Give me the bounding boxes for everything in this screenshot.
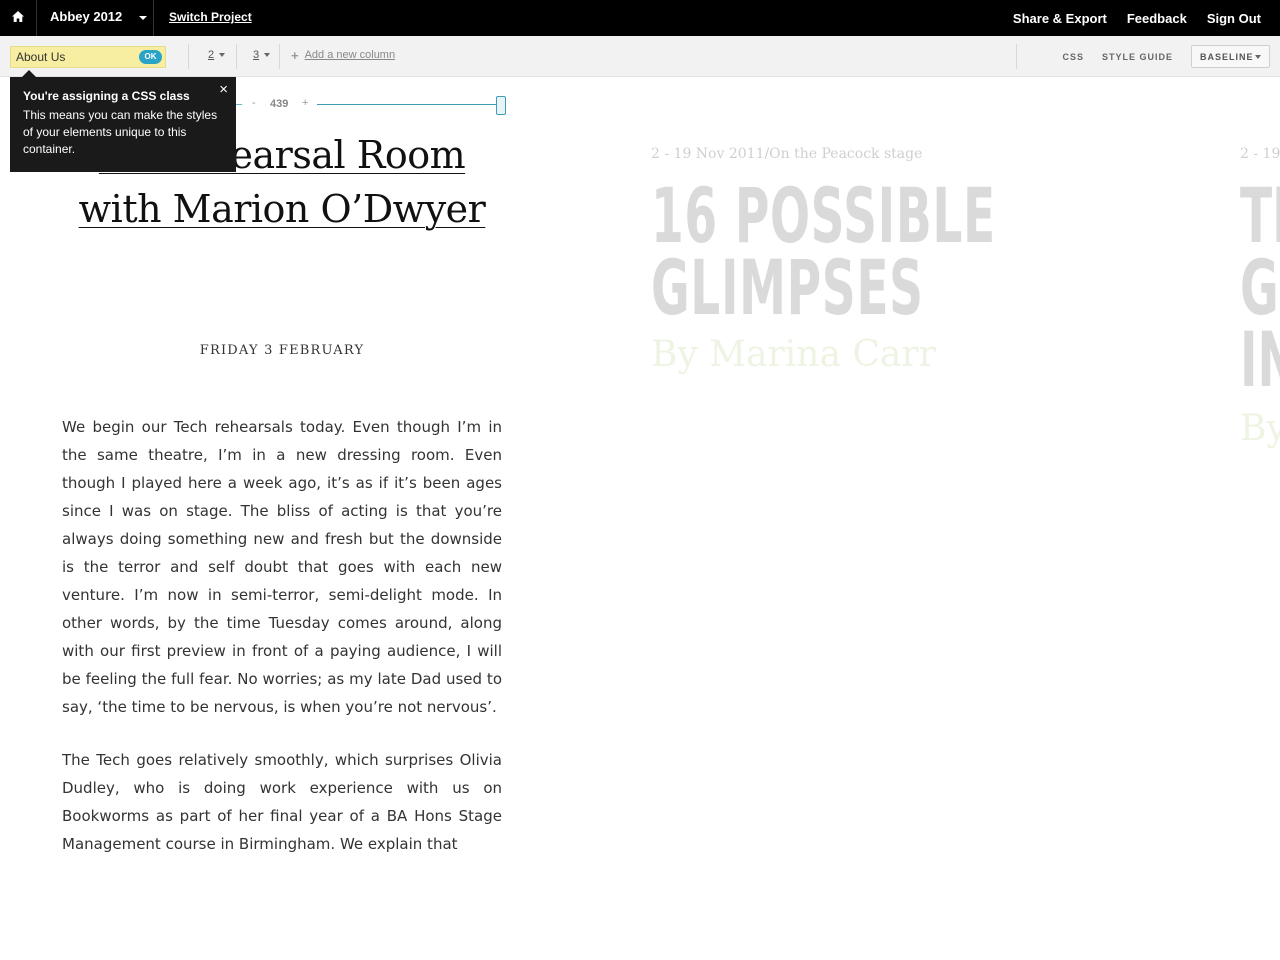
css-class-tooltip: You're assigning a CSS class This means … bbox=[10, 70, 236, 172]
style-guide-button[interactable]: STYLE GUIDE bbox=[1102, 52, 1173, 62]
toolbar-divider bbox=[188, 44, 189, 69]
column-select-2-value: 3 bbox=[253, 49, 260, 61]
column3-meta: 2 - 19 bbox=[1240, 146, 1280, 162]
column-width-slider: - 439 + bbox=[230, 96, 510, 115]
article-date: FRIDAY 3 FEBRUARY bbox=[199, 343, 365, 358]
top-nav: Share & Export Feedback Sign Out bbox=[1013, 0, 1261, 36]
toolbar-divider bbox=[236, 44, 237, 69]
share-export-link[interactable]: Share & Export bbox=[1013, 11, 1107, 26]
baseline-dropdown[interactable]: BASELINE bbox=[1191, 45, 1270, 68]
decrease-width-button[interactable]: - bbox=[252, 97, 256, 109]
column3-title-line: TH bbox=[1240, 171, 1280, 260]
home-button[interactable] bbox=[0, 0, 37, 36]
column2-title-line: 16 POSSIBLE bbox=[651, 171, 996, 260]
toolbar: OK 2 3 + Add a new column CSS STYLE GUID… bbox=[0, 36, 1280, 77]
column-select-1-value: 2 bbox=[208, 49, 215, 61]
css-button[interactable]: CSS bbox=[1062, 52, 1084, 62]
toolbar-divider bbox=[279, 44, 280, 69]
baseline-label: BASELINE bbox=[1200, 51, 1254, 62]
column3-title[interactable]: TH GI IN bbox=[1240, 171, 1280, 404]
column3-title-line: GI bbox=[1240, 243, 1280, 332]
add-column-button[interactable]: + Add a new column bbox=[291, 47, 396, 63]
project-dropdown-button[interactable] bbox=[132, 0, 154, 36]
column2-title[interactable]: 16 POSSIBLE GLIMPSES bbox=[651, 171, 996, 332]
switch-project-link[interactable]: Switch Project bbox=[169, 0, 252, 36]
chevron-down-icon bbox=[264, 53, 271, 57]
home-icon bbox=[12, 9, 24, 27]
article-body: We begin our Tech rehearsals today. Even… bbox=[62, 413, 502, 885]
close-icon[interactable]: × bbox=[219, 81, 228, 98]
plus-icon: + bbox=[291, 47, 299, 63]
column-width-value: 439 bbox=[270, 98, 289, 110]
chevron-down-icon bbox=[1255, 54, 1261, 59]
feedback-link[interactable]: Feedback bbox=[1127, 11, 1187, 26]
chevron-down-icon bbox=[138, 16, 147, 20]
tooltip-title: You're assigning a CSS class bbox=[23, 89, 190, 103]
body-paragraph: The Tech goes relatively smoothly, which… bbox=[62, 751, 502, 853]
css-class-field: OK bbox=[10, 46, 166, 68]
toolbar-divider bbox=[1016, 44, 1017, 69]
css-class-input[interactable] bbox=[16, 49, 136, 65]
top-bar: Abbey 2012 Switch Project Share & Export… bbox=[0, 0, 1280, 36]
column3-title-line: IN bbox=[1240, 315, 1280, 404]
column2-meta: 2 - 19 Nov 2011/On the Peacock stage bbox=[651, 146, 923, 162]
increase-width-button[interactable]: + bbox=[302, 97, 308, 109]
tooltip-body: This means you can make the styles of yo… bbox=[23, 108, 218, 156]
add-column-label: Add a new column bbox=[304, 49, 396, 61]
body-paragraph: We begin our Tech rehearsals today. Even… bbox=[62, 418, 502, 716]
slider-handle[interactable] bbox=[496, 96, 506, 115]
column-select-2[interactable]: 3 bbox=[253, 49, 271, 61]
column3-author: By bbox=[1240, 408, 1280, 449]
ok-button[interactable]: OK bbox=[139, 50, 162, 64]
toolbar-right: CSS STYLE GUIDE BASELINE bbox=[1062, 45, 1270, 68]
column2-title-line: GLIMPSES bbox=[651, 243, 924, 332]
slider-track[interactable] bbox=[317, 104, 497, 105]
sign-out-link[interactable]: Sign Out bbox=[1207, 11, 1261, 26]
column2-author: By Marina Carr bbox=[651, 334, 936, 375]
chevron-down-icon bbox=[219, 53, 226, 57]
project-name[interactable]: Abbey 2012 bbox=[50, 0, 122, 36]
column-select-1[interactable]: 2 bbox=[208, 49, 226, 61]
